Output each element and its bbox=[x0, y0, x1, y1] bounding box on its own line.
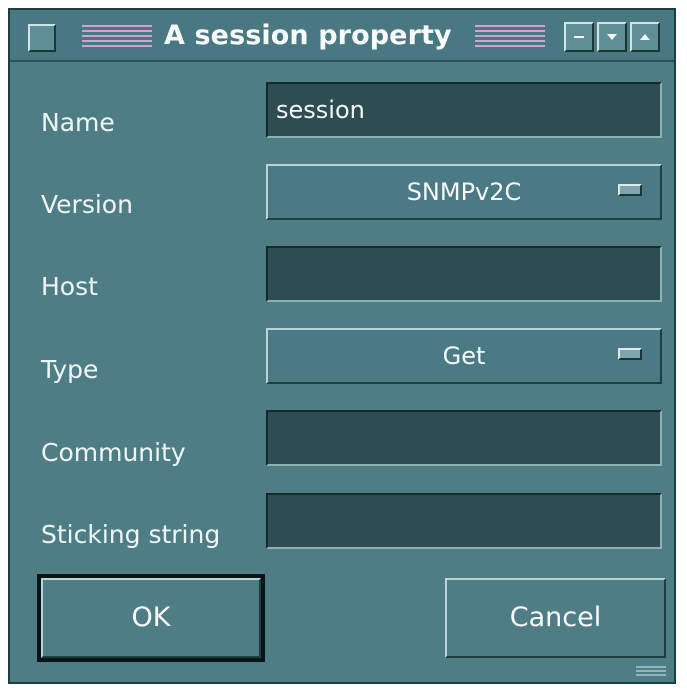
shade-down-icon[interactable] bbox=[597, 22, 627, 52]
cancel-button[interactable]: Cancel bbox=[445, 578, 666, 658]
title-bar[interactable]: A session property bbox=[10, 10, 674, 62]
sticking-string-field[interactable] bbox=[266, 493, 662, 549]
window-title: A session property bbox=[164, 20, 452, 51]
host-field[interactable] bbox=[266, 246, 662, 302]
maximize-icon[interactable] bbox=[630, 22, 660, 52]
community-field[interactable] bbox=[266, 410, 662, 466]
title-decoration-left bbox=[82, 25, 152, 49]
title-decoration-right bbox=[475, 25, 545, 49]
ok-button[interactable]: OK bbox=[37, 574, 265, 662]
dropdown-indicator-icon bbox=[618, 348, 642, 360]
session-property-dialog: A session property Name session Version … bbox=[8, 8, 676, 684]
version-label: Version bbox=[41, 190, 133, 219]
sticking-string-label: Sticking string bbox=[41, 520, 221, 549]
type-value: Get bbox=[442, 342, 486, 370]
host-label: Host bbox=[41, 272, 98, 301]
minimize-icon[interactable] bbox=[564, 22, 594, 52]
resize-grip-icon[interactable] bbox=[636, 666, 666, 678]
version-select[interactable]: SNMPv2C bbox=[266, 164, 662, 220]
community-label: Community bbox=[41, 438, 186, 467]
type-select[interactable]: Get bbox=[266, 328, 662, 384]
version-value: SNMPv2C bbox=[406, 178, 522, 206]
dropdown-indicator-icon bbox=[618, 184, 642, 196]
name-field[interactable]: session bbox=[266, 82, 662, 138]
window-menu-icon[interactable] bbox=[28, 24, 56, 52]
name-label: Name bbox=[41, 108, 115, 137]
type-label: Type bbox=[41, 355, 99, 384]
